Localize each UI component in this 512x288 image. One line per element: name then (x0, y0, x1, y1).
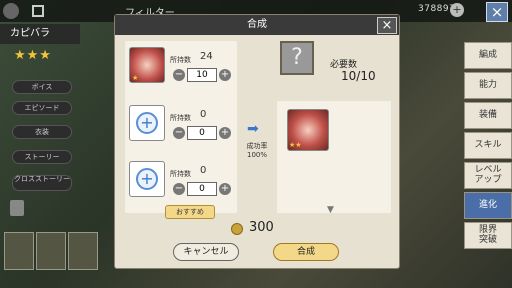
lock-icon[interactable] (10, 200, 24, 216)
tab-skill[interactable]: スキル (464, 132, 512, 159)
back-icon[interactable] (3, 3, 19, 19)
episode-button[interactable]: エピソード (12, 101, 72, 115)
portrait-3[interactable] (68, 232, 98, 270)
tab-levelup[interactable]: レベル アップ (464, 162, 512, 189)
modal-close-button[interactable]: × (377, 17, 397, 34)
decrease-button[interactable]: − (173, 127, 185, 139)
result-panel: ★★ (277, 101, 391, 213)
character-name: カピバラ (0, 24, 80, 44)
owned-label: 所持数 (170, 56, 191, 64)
owned-value: 0 (200, 165, 207, 176)
tab-formation[interactable]: 編成 (464, 42, 512, 69)
decrease-button[interactable]: − (173, 183, 185, 195)
success-rate-value: 100% (246, 151, 267, 159)
coin-icon (231, 223, 243, 235)
cost-value: 300 (249, 220, 274, 235)
add-material-icon: + (136, 168, 158, 190)
quantity-field[interactable]: 10 (187, 68, 217, 82)
square-icon[interactable] (32, 5, 44, 17)
synthesize-button[interactable]: 合成 (273, 243, 339, 261)
portrait-2[interactable] (36, 232, 66, 270)
arrow-right-icon: ➡ (247, 121, 259, 137)
materials-panel: ★ 所持数 24 − 10 + + 所持数 0 − 0 + + 所持数 0 − … (125, 41, 237, 219)
portrait-1[interactable] (4, 232, 34, 270)
star-icon: ★ (132, 74, 139, 82)
quantity-field[interactable]: 0 (187, 182, 217, 196)
close-page-button[interactable]: × (486, 2, 508, 22)
question-icon: ? (280, 41, 314, 75)
success-rate-label: 成功率 (246, 142, 268, 150)
material-slot-2[interactable]: + (129, 105, 165, 141)
decrease-button[interactable]: − (173, 69, 185, 81)
quantity-field[interactable]: 0 (187, 126, 217, 140)
increase-button[interactable]: + (219, 127, 231, 139)
modal-title: 合成 (115, 15, 399, 35)
required-value: 10/10 (341, 69, 376, 83)
owned-label: 所持数 (170, 114, 191, 122)
owned-label: 所持数 (170, 170, 191, 178)
cancel-button[interactable]: キャンセル (173, 243, 239, 261)
cross-story-button[interactable]: クロスストーリー (12, 175, 72, 191)
tab-limit-break[interactable]: 限界 突破 (464, 222, 512, 249)
costume-button[interactable]: 衣装 (12, 125, 72, 139)
tab-evolution[interactable]: 進化 (464, 192, 512, 219)
chevron-down-icon[interactable]: ▼ (327, 205, 334, 215)
increase-button[interactable]: + (219, 183, 231, 195)
synthesis-modal: 合成 × ★ 所持数 24 − 10 + + 所持数 0 − 0 + + 所持数… (114, 14, 400, 269)
material-slot-3[interactable]: + (129, 161, 165, 197)
add-material-icon: + (136, 112, 158, 134)
recommend-button[interactable]: おすすめ (165, 205, 215, 219)
story-button[interactable]: ストーリー (12, 150, 72, 164)
owned-value: 24 (200, 51, 213, 62)
result-stars: ★★ (289, 141, 302, 149)
voice-button[interactable]: ボイス (12, 80, 72, 94)
owned-value: 0 (200, 109, 207, 120)
tab-ability[interactable]: 能力 (464, 72, 512, 99)
material-slot-1[interactable]: ★ (129, 47, 165, 83)
add-gold-button[interactable]: + (450, 3, 464, 17)
increase-button[interactable]: + (219, 69, 231, 81)
character-stars: ★★★ (14, 48, 52, 63)
tab-equipment[interactable]: 装備 (464, 102, 512, 129)
